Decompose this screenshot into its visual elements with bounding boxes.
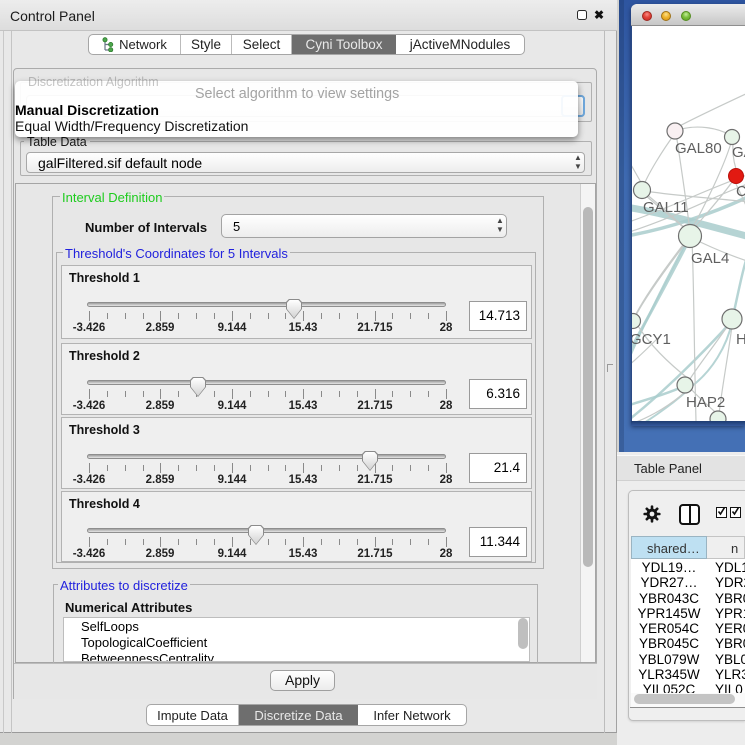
- svg-text:GA: GA: [732, 144, 745, 161]
- svg-text:GAL80: GAL80: [675, 140, 722, 157]
- svg-text:C: C: [736, 183, 745, 200]
- svg-text:GCY1: GCY1: [632, 331, 671, 348]
- svg-text:H: H: [736, 331, 745, 348]
- svg-text:GAL11: GAL11: [643, 199, 689, 216]
- svg-text:HAP2: HAP2: [686, 394, 725, 411]
- svg-text:GAL4: GAL4: [691, 250, 729, 267]
